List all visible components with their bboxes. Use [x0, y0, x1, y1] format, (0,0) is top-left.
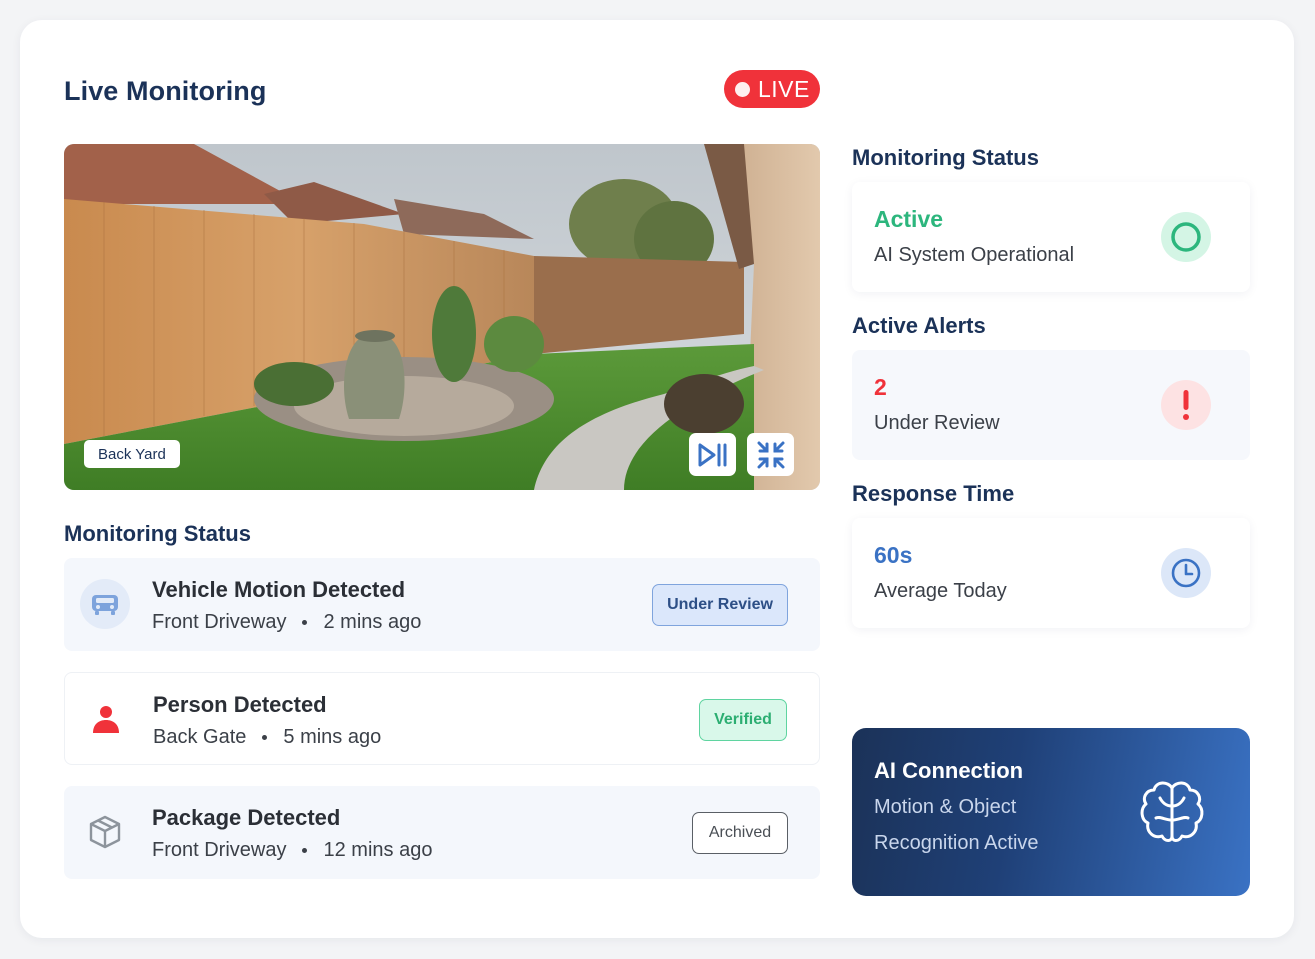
- status-ring-icon: [1161, 212, 1211, 262]
- live-label: LIVE: [758, 75, 810, 102]
- event-row-package[interactable]: Package Detected Front Driveway 12 mins …: [64, 786, 820, 879]
- response-time-heading: Response Time: [852, 481, 1015, 506]
- play-pause-icon: [698, 443, 726, 466]
- monitoring-status-heading: Monitoring Status: [852, 145, 1039, 170]
- ai-connection-title: AI Connection: [874, 758, 1024, 783]
- separator-dot: [262, 735, 268, 740]
- events-section-title: Monitoring Status: [64, 521, 251, 546]
- event-location: Front Driveway: [152, 839, 287, 861]
- event-time: 2 mins ago: [323, 611, 422, 633]
- play-pause-button[interactable]: [689, 433, 736, 476]
- package-icon: [80, 807, 130, 857]
- response-time-card: 60s Average Today: [852, 518, 1250, 628]
- ai-connection-line1: Motion & Object: [874, 796, 1017, 818]
- event-title: Vehicle Motion Detected: [152, 577, 406, 602]
- active-alerts-value: 2: [874, 374, 887, 400]
- response-time-value: 60s: [874, 542, 913, 568]
- separator-dot: [302, 848, 308, 853]
- alert-icon: [1161, 380, 1211, 430]
- event-meta: Back Gate 5 mins ago: [153, 726, 381, 749]
- status-badge-archived[interactable]: Archived: [692, 812, 788, 854]
- minimize-button[interactable]: [747, 433, 794, 476]
- event-meta: Front Driveway 12 mins ago: [152, 839, 432, 862]
- monitoring-status-card: Active AI System Operational: [852, 182, 1250, 292]
- page-title: Live Monitoring: [64, 76, 267, 106]
- person-icon: [81, 694, 131, 744]
- car-icon: [80, 579, 130, 629]
- live-dot-icon: [735, 81, 750, 97]
- event-row-person[interactable]: Person Detected Back Gate 5 mins ago Ver…: [64, 672, 820, 765]
- response-time-label: Average Today: [874, 580, 1007, 602]
- minimize-icon: [757, 441, 784, 468]
- event-time: 5 mins ago: [283, 726, 382, 748]
- ai-connection-line2: Recognition Active: [874, 832, 1039, 854]
- event-title: Package Detected: [152, 805, 341, 830]
- camera-location-label: Back Yard: [84, 440, 180, 468]
- event-title: Person Detected: [153, 692, 327, 717]
- separator-dot: [302, 620, 308, 625]
- active-alerts-card[interactable]: 2 Under Review: [852, 350, 1250, 460]
- event-location: Back Gate: [153, 726, 247, 748]
- status-badge-verified[interactable]: Verified: [699, 699, 787, 741]
- status-badge-under-review[interactable]: Under Review: [652, 584, 788, 626]
- event-meta: Front Driveway 2 mins ago: [152, 611, 421, 634]
- live-badge: LIVE: [724, 70, 820, 108]
- ai-connection-card: AI Connection Motion & Object Recognitio…: [852, 728, 1250, 896]
- monitoring-status-value: Active: [874, 206, 944, 232]
- event-time: 12 mins ago: [323, 839, 433, 861]
- camera-feed[interactable]: Back Yard: [64, 144, 820, 490]
- active-alerts-label: Under Review: [874, 412, 1000, 434]
- brain-icon: [1140, 781, 1204, 842]
- event-row-vehicle[interactable]: Vehicle Motion Detected Front Driveway 2…: [64, 558, 820, 651]
- active-alerts-heading: Active Alerts: [852, 313, 986, 338]
- clock-icon: [1161, 548, 1211, 598]
- monitoring-status-label: AI System Operational: [874, 244, 1075, 266]
- event-location: Front Driveway: [152, 611, 287, 633]
